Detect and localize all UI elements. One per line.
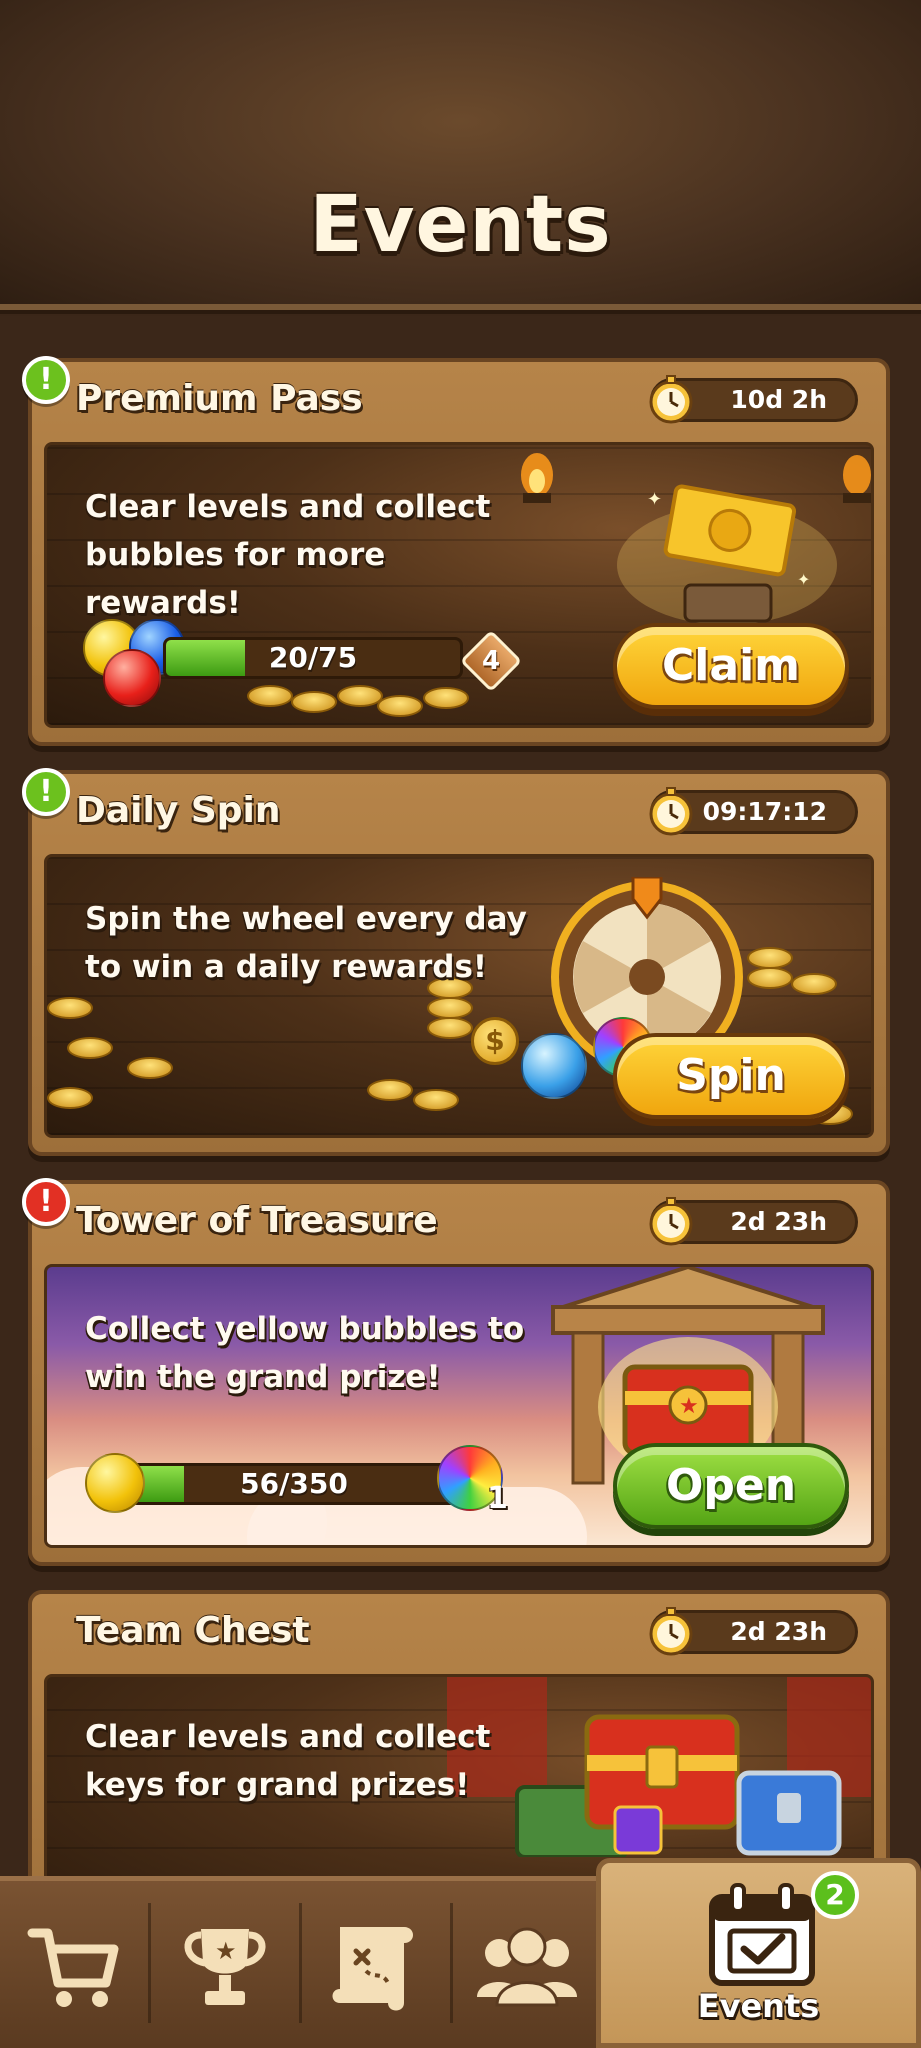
treasure-map-icon (332, 1927, 413, 2011)
timer-text: 10d 2h (730, 385, 827, 414)
progress-text: 56/350 (240, 1467, 348, 1500)
event-timer: 09:17:12 (649, 787, 858, 836)
yellow-bubble-icon (85, 1453, 145, 1513)
coin-decoration (337, 685, 383, 707)
alert-badge: ! (22, 356, 70, 404)
event-banner: $ Spin the wheel every day to win a dail… (44, 854, 874, 1138)
coin-decoration (67, 1037, 113, 1059)
nav-team[interactable] (453, 1881, 601, 2048)
svg-text:★: ★ (679, 1394, 699, 1419)
dollar-coin-icon: $ (471, 1017, 519, 1065)
team-icon (477, 1927, 577, 2007)
coin-decoration (427, 997, 473, 1019)
nav-map[interactable] (302, 1881, 450, 2048)
event-card-tower-of-treasure[interactable]: ! Tower of Treasure 2d 23h ★ Collect yel… (22, 1178, 890, 1566)
team-chests-icon (515, 1714, 842, 1857)
timer-text: 2d 23h (730, 1207, 827, 1236)
progress-text: 20/75 (268, 641, 358, 674)
notification-badge: 2 (811, 1871, 859, 1919)
golden-ticket-icon: ✦ ✦ (617, 484, 837, 625)
spin-button[interactable]: Spin (613, 1033, 849, 1119)
event-title: Premium Pass (76, 378, 363, 419)
progress-bar: 56/350 (129, 1463, 459, 1505)
claim-button[interactable]: Claim (613, 623, 849, 709)
stopwatch-icon (649, 1607, 693, 1656)
progress-bar: 20/75 (163, 637, 463, 679)
event-title: Team Chest (76, 1610, 310, 1651)
svg-text:✦: ✦ (797, 570, 810, 589)
page-title: Events (309, 180, 612, 270)
coin-decoration (47, 1087, 93, 1109)
lightning-bubble-icon (521, 1033, 587, 1099)
alert-badge: ! (22, 1178, 70, 1226)
svg-text:✦: ✦ (647, 489, 662, 510)
event-description: Clear levels and collect keys for grand … (85, 1719, 491, 1803)
event-description: Collect yellow bubbles to win the grand … (85, 1311, 525, 1395)
nav-leaderboard[interactable]: ★ (151, 1881, 299, 2048)
timer-text: 09:17:12 (702, 797, 827, 826)
nav-events-label: Events (697, 1987, 820, 2025)
coin-decoration (747, 947, 793, 969)
coin-decoration (291, 691, 337, 713)
coin-decoration (367, 1079, 413, 1101)
coin-decoration (791, 973, 837, 995)
trophy-icon: ★ (184, 1929, 266, 2005)
event-title: Tower of Treasure (76, 1200, 438, 1241)
stopwatch-icon (649, 1197, 693, 1246)
coin-decoration (127, 1057, 173, 1079)
timer-text: 2d 23h (730, 1617, 827, 1646)
red-bubble-icon (103, 649, 161, 707)
event-card-daily-spin[interactable]: ! Daily Spin 09:17:12 $ Spin the wheel e… (22, 768, 890, 1156)
nav-events[interactable]: 2 Events (596, 1858, 921, 2048)
coin-decoration (747, 967, 793, 989)
tier-number: 4 (481, 646, 501, 676)
event-banner: ★ Collect yellow bubbles to win the gran… (44, 1264, 874, 1548)
alert-badge: ! (22, 768, 70, 816)
nav-shop[interactable] (0, 1881, 148, 2048)
reward-count: 1 (487, 1481, 508, 1516)
svg-text:★: ★ (215, 1937, 237, 1965)
tier-badge: 4 (459, 629, 523, 693)
event-description: Spin the wheel every day to win a daily … (85, 901, 527, 985)
coin-decoration (377, 695, 423, 717)
event-timer: 2d 23h (649, 1607, 858, 1656)
event-title: Daily Spin (76, 790, 281, 831)
event-description: Clear levels and collect bubbles for mor… (85, 489, 491, 621)
cart-icon (27, 1928, 119, 2007)
coin-decoration (47, 997, 93, 1019)
stopwatch-icon (649, 375, 693, 424)
header-banner: Events (0, 0, 921, 310)
coin-decoration (247, 685, 293, 707)
coin-decoration (413, 1089, 459, 1111)
open-button[interactable]: Open (613, 1443, 849, 1529)
calendar-check-icon (709, 1883, 815, 1986)
event-timer: 2d 23h (649, 1197, 858, 1246)
coin-decoration (427, 1017, 473, 1039)
event-banner: ✦ ✦ Clear levels and collect bubbles for… (44, 442, 874, 728)
stopwatch-icon (649, 787, 693, 836)
event-timer: 10d 2h (649, 375, 858, 424)
event-card-premium-pass[interactable]: ! Premium Pass 10d 2h ✦ ✦ Clear levels a… (22, 356, 890, 746)
